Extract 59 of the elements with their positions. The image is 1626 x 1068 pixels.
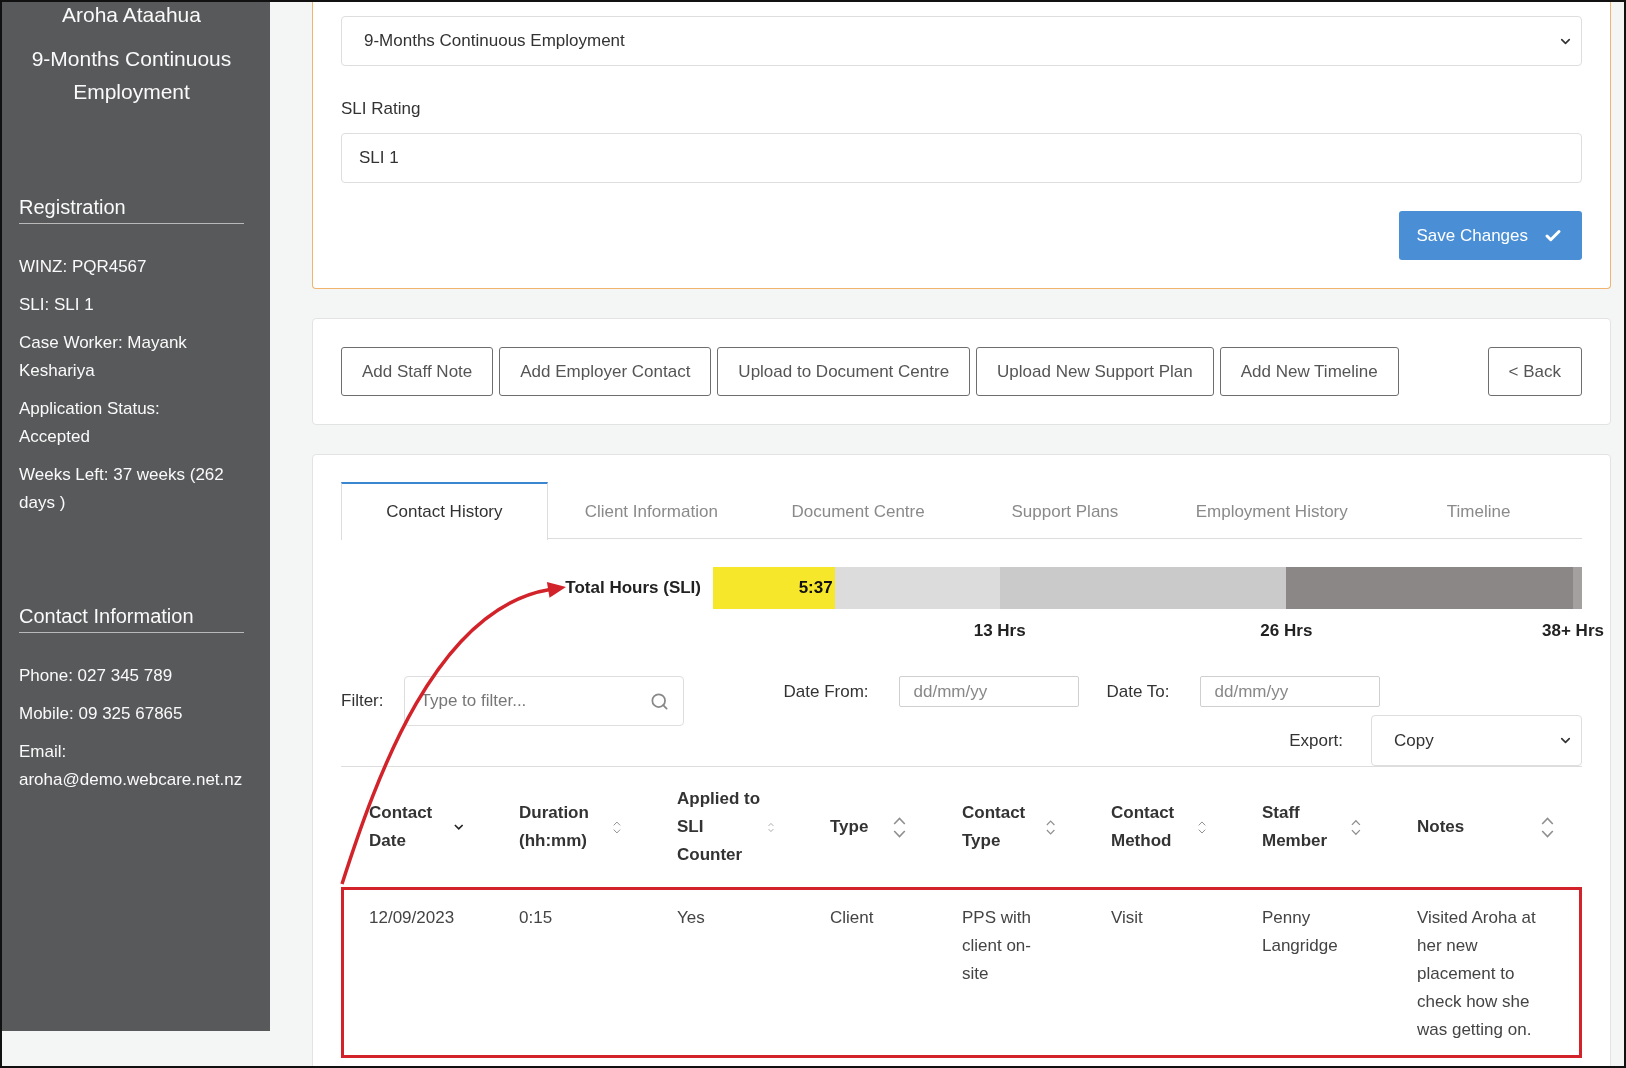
field-label: SLI Rating <box>341 98 422 120</box>
tick-label: 38+ Hrs <box>1542 620 1604 642</box>
search-icon <box>649 692 669 711</box>
tab[interactable]: Employment History <box>1168 482 1376 540</box>
section-heading: Contact Information <box>19 603 244 633</box>
info-text: Case Worker: Mayank Keshariya <box>19 332 188 382</box>
chevron-down-icon[interactable] <box>453 823 463 831</box>
info-text: SLI: SLI 1 <box>19 294 95 316</box>
date-to-label: Date To: <box>1106 681 1170 702</box>
info-text: Phone: 027 345 789 <box>19 665 174 687</box>
column-header: Duration (hh:mm) <box>519 802 590 852</box>
program-select[interactable]: 9-Months Continuous Employment <box>341 16 1582 66</box>
info-text: Weeks Left: 37 weeks (262 days ) <box>19 464 225 514</box>
filter-input[interactable]: Type to filter... <box>403 676 684 726</box>
column-header: Contact Method <box>1111 802 1176 852</box>
column-header: Applied to SLI Counter <box>677 788 761 866</box>
table-cell-text: Client <box>829 907 875 929</box>
tab[interactable]: Document Centre <box>754 482 962 540</box>
info-text: Application Status: Accepted <box>19 398 161 448</box>
section-heading: Registration <box>19 194 244 224</box>
filter-label: Filter: <box>341 691 384 711</box>
table-cell-text: 0:15 <box>518 907 554 929</box>
hours-reading: 5:37 <box>798 578 833 598</box>
date-to-input[interactable]: dd/mm/yy <box>1199 676 1380 707</box>
back-button[interactable]: < Back <box>1487 347 1582 396</box>
meter-label: Total Hours (SLI) <box>564 578 702 598</box>
column-header: Notes <box>1417 816 1465 838</box>
info-text: WINZ: PQR4567 <box>19 256 148 278</box>
action-button[interactable]: Add New Timeline <box>1219 347 1399 396</box>
info-text: Email: aroha@demo.webcare.net.nz <box>19 741 243 791</box>
table-cell-text: Visited Aroha at her new placement to check how she was getting on. <box>1416 907 1537 1041</box>
column-header: Staff Member <box>1262 802 1329 852</box>
sli-rating-input[interactable]: SLI 1 <box>341 133 1582 183</box>
export-label: Export: <box>1289 730 1343 751</box>
info-text: Mobile: 09 325 67865 <box>19 703 184 725</box>
table-cell-text: 12/09/2023 <box>368 907 456 929</box>
action-button[interactable]: Add Staff Note <box>341 347 494 396</box>
program-name: 9-Months Continuous Employment <box>30 46 233 105</box>
sort-icon[interactable] <box>893 816 906 838</box>
table-cell-text: Penny Langridge <box>1261 907 1339 957</box>
tick-label: 26 Hrs <box>1260 620 1313 642</box>
export-select[interactable]: Copy <box>1371 715 1582 766</box>
column-header: Type <box>830 816 869 838</box>
action-button[interactable]: Add Employer Contact <box>499 347 712 396</box>
tab[interactable]: Contact History <box>341 482 548 540</box>
client-name: Aroha Ataahua <box>61 2 202 28</box>
tick-label: 13 Hrs <box>973 620 1026 642</box>
table-cell-text: Visit <box>1110 907 1144 929</box>
action-button[interactable]: Upload to Document Centre <box>717 347 971 396</box>
column-header: Contact Date <box>369 802 434 852</box>
table-cell-text: PPS with client on-site <box>961 907 1032 985</box>
column-header: Contact Type <box>962 802 1027 852</box>
action-button[interactable]: Upload New Support Plan <box>976 347 1214 396</box>
sort-icon[interactable] <box>1541 816 1554 838</box>
date-from-input[interactable]: dd/mm/yy <box>898 676 1079 707</box>
tab[interactable]: Client Information <box>547 482 755 540</box>
tab[interactable]: Support Plans <box>961 482 1169 540</box>
table-cell-text: Yes <box>676 907 706 929</box>
date-from-label: Date From: <box>783 681 869 702</box>
